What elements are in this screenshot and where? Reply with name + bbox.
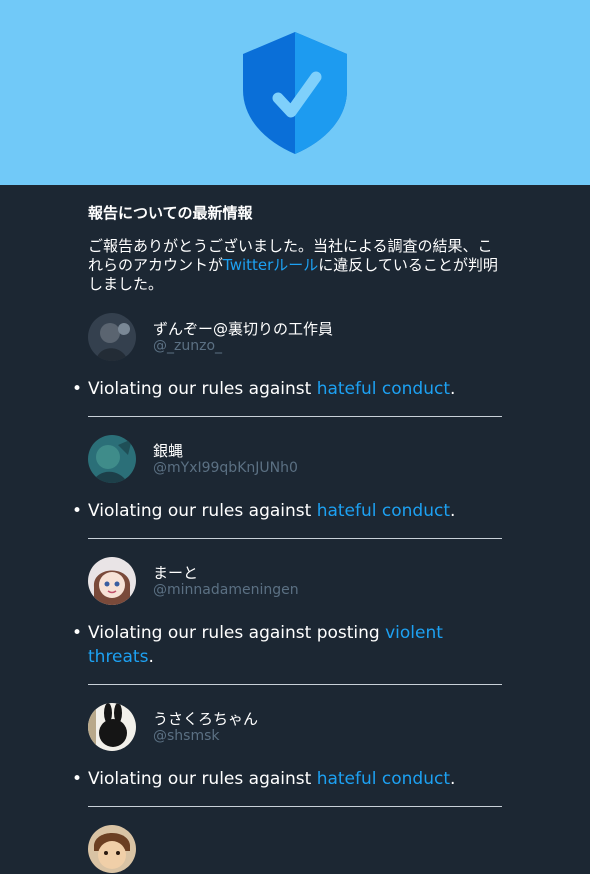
intro-text: ご報告ありがとうございました。当社による調査の結果、これらのアカウントがTwit… — [88, 237, 502, 294]
divider — [88, 684, 502, 685]
violation-text: Violating our rules against posting — [88, 623, 386, 643]
twitter-rules-link[interactable]: Twitterルール — [223, 256, 318, 274]
bullet: • — [72, 623, 83, 643]
bullet: • — [72, 769, 83, 789]
avatar-anime-girl — [88, 557, 136, 605]
account-names: 銀蝿 @mYxI99qbKnJUNh0 — [153, 442, 298, 477]
avatar-dark-figure — [88, 313, 136, 361]
violation-end: . — [450, 769, 456, 789]
divider — [88, 806, 502, 807]
account-user-row[interactable]: 銀蝿 @mYxI99qbKnJUNh0 — [88, 434, 502, 484]
shield-check-icon — [243, 31, 347, 154]
header-banner — [0, 0, 590, 185]
handle: @mYxI99qbKnJUNh0 — [153, 459, 298, 476]
bullet: • — [72, 501, 83, 521]
account-names: うさくろちゃん @shsmsk — [153, 710, 258, 745]
violation-reason: • Violating our rules against hateful con… — [72, 499, 502, 523]
policy-link[interactable]: hateful conduct — [317, 769, 450, 789]
avatar-black-bunny — [88, 703, 136, 751]
violation-text: Violating our rules against — [88, 501, 317, 521]
policy-link[interactable]: hateful conduct — [317, 379, 450, 399]
violation-end: . — [148, 647, 154, 667]
bullet: • — [72, 379, 83, 399]
violation-end: . — [450, 501, 456, 521]
account-user-row[interactable] — [88, 824, 502, 874]
handle: @minnadameningen — [153, 581, 299, 598]
display-name: うさくろちゃん — [153, 709, 259, 728]
account-user-row[interactable]: うさくろちゃん @shsmsk — [88, 702, 502, 752]
account-user-row[interactable]: ずんぞー@裏切りの工作員 @_zunzo_ — [88, 312, 502, 362]
avatar-cartoon-face — [88, 825, 136, 873]
account-names: まーと @minnadameningen — [153, 564, 299, 599]
violation-reason: • Violating our rules against hateful con… — [72, 377, 502, 401]
display-name: まーと — [153, 563, 199, 582]
reported-account: うさくろちゃん @shsmsk • Violating our rules aga… — [72, 702, 502, 807]
avatar[interactable] — [88, 703, 136, 751]
page-title: 報告についての最新情報 — [88, 204, 253, 222]
divider — [88, 416, 502, 417]
avatar[interactable] — [88, 557, 136, 605]
account-user-row[interactable]: まーと @minnadameningen — [88, 556, 502, 606]
violation-reason: • Violating our rules against hateful con… — [72, 767, 502, 791]
violation-text: Violating our rules against — [88, 379, 317, 399]
avatar-teal-creature — [88, 435, 136, 483]
divider — [88, 538, 502, 539]
account-names: ずんぞー@裏切りの工作員 @_zunzo_ — [153, 320, 333, 355]
reported-account: ずんぞー@裏切りの工作員 @_zunzo_ • Violating our rul… — [72, 312, 502, 417]
avatar[interactable] — [88, 825, 136, 873]
policy-link[interactable]: hateful conduct — [317, 501, 450, 521]
violation-reason: • Violating our rules against posting vio… — [72, 621, 502, 669]
handle: @shsmsk — [153, 727, 220, 744]
avatar[interactable] — [88, 435, 136, 483]
report-update: 報告についての最新情報 ご報告ありがとうございました。当社による調査の結果、これ… — [0, 185, 590, 874]
display-name: ずんぞー@裏切りの工作員 — [153, 319, 334, 338]
violation-text: Violating our rules against — [88, 769, 317, 789]
handle: @_zunzo_ — [153, 337, 223, 354]
display-name: 銀蝿 — [153, 441, 184, 460]
reported-account-partial — [88, 824, 502, 874]
violation-end: . — [450, 379, 456, 399]
reported-account: まーと @minnadameningen • Violating our rule… — [72, 556, 502, 685]
reported-account: 銀蝿 @mYxI99qbKnJUNh0 • Violating our rules… — [72, 434, 502, 539]
avatar[interactable] — [88, 313, 136, 361]
